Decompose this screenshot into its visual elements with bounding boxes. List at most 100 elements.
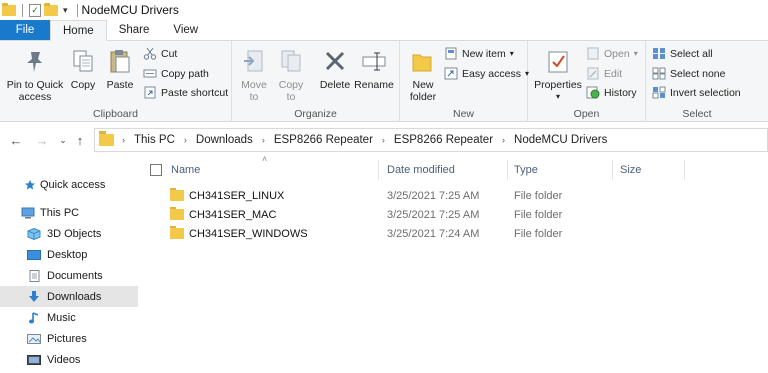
file-list: ˄ Name Date modified Type Size CH341SER_… bbox=[140, 154, 768, 373]
chevron-right-icon[interactable]: › bbox=[502, 135, 505, 145]
nav-quick-access[interactable]: Quick access bbox=[0, 174, 138, 195]
copy-label: Copy bbox=[70, 79, 96, 91]
properties-icon bbox=[544, 47, 572, 75]
breadcrumb-this-pc[interactable]: This PC bbox=[134, 134, 175, 146]
edit-button[interactable]: Edit bbox=[586, 67, 622, 80]
paste-shortcut-button[interactable]: Paste shortcut bbox=[143, 86, 228, 99]
star-icon bbox=[24, 179, 36, 191]
file-name-cell: CH341SER_MAC bbox=[170, 205, 276, 224]
new-group: New folder New item ▾ Easy access ▾ New bbox=[400, 41, 529, 122]
nav-pictures[interactable]: Pictures bbox=[0, 328, 138, 349]
select-all-checkbox-header bbox=[150, 157, 162, 183]
copy-to-icon bbox=[277, 47, 305, 75]
column-divider[interactable] bbox=[507, 160, 508, 180]
nav-pictures-label: Pictures bbox=[47, 332, 87, 345]
file-type: File folder bbox=[514, 227, 563, 240]
cut-button[interactable]: Cut bbox=[143, 47, 177, 60]
file-date: 3/25/2021 7:25 AM bbox=[387, 189, 480, 202]
chevron-down-icon: ▾ bbox=[633, 49, 638, 58]
chevron-right-icon[interactable]: › bbox=[262, 135, 265, 145]
new-folder-button[interactable]: New folder bbox=[406, 47, 440, 103]
breadcrumb-downloads[interactable]: Downloads bbox=[196, 134, 253, 146]
chevron-down-icon: ▾ bbox=[509, 49, 514, 58]
open-icon bbox=[586, 47, 600, 60]
table-row[interactable]: CH341SER_LINUX 3/25/2021 7:25 AM File fo… bbox=[140, 186, 768, 205]
forward-arrow-icon[interactable]: → bbox=[33, 133, 51, 148]
tab-home[interactable]: Home bbox=[50, 20, 107, 41]
edit-icon bbox=[586, 67, 600, 80]
folder-icon[interactable] bbox=[2, 2, 16, 16]
nav-documents[interactable]: Documents bbox=[0, 265, 138, 286]
paste-button[interactable]: Paste bbox=[104, 47, 136, 91]
copy-path-button[interactable]: Copy path bbox=[143, 67, 209, 80]
copy-path-label: Copy path bbox=[161, 67, 209, 80]
clipboard-group: Pin to Quick access Copy Paste Cut Copy … bbox=[0, 41, 232, 122]
recent-locations-chevron-icon[interactable]: ⌄ bbox=[57, 135, 69, 146]
new-folder-label-line1: New bbox=[412, 79, 434, 91]
new-group-label: New bbox=[452, 108, 474, 120]
organize-group: Move to Copy to Delete Rename Organize bbox=[232, 41, 400, 122]
customize-toolbar-dropdown[interactable]: ▾ bbox=[61, 5, 70, 16]
tab-share[interactable]: Share bbox=[107, 20, 162, 40]
open-group: Properties ▾ Open ▾ Edit History Open bbox=[528, 41, 646, 122]
select-all-label: Select all bbox=[670, 47, 713, 60]
nav-downloads[interactable]: Downloads bbox=[0, 286, 138, 307]
nav-music-label: Music bbox=[47, 311, 76, 324]
column-divider[interactable] bbox=[684, 160, 685, 180]
divider bbox=[76, 3, 78, 17]
breadcrumb-esp8266-repeater-sub[interactable]: ESP8266 Repeater bbox=[394, 134, 493, 146]
column-divider[interactable] bbox=[612, 160, 613, 180]
select-none-button[interactable]: Select none bbox=[652, 67, 725, 80]
chevron-down-icon: ▾ bbox=[555, 92, 560, 101]
nav-music[interactable]: Music bbox=[0, 307, 138, 328]
column-header-type[interactable]: Type bbox=[514, 157, 604, 183]
rename-icon bbox=[360, 47, 388, 75]
invert-selection-button[interactable]: Invert selection bbox=[652, 86, 741, 99]
move-to-button[interactable]: Move to bbox=[238, 47, 270, 103]
copy-to-button[interactable]: Copy to bbox=[275, 47, 307, 103]
nav-this-pc[interactable]: This PC bbox=[0, 202, 138, 223]
properties-button[interactable]: Properties ▾ bbox=[532, 47, 584, 103]
document-icon bbox=[27, 269, 41, 282]
new-item-icon bbox=[444, 47, 458, 60]
table-row[interactable]: CH341SER_WINDOWS 3/25/2021 7:24 AM File … bbox=[140, 224, 768, 243]
history-button[interactable]: History bbox=[586, 86, 637, 99]
rename-button[interactable]: Rename bbox=[354, 47, 394, 91]
column-header-name[interactable]: Name bbox=[171, 157, 371, 183]
chevron-right-icon[interactable]: › bbox=[122, 135, 125, 145]
move-to-icon bbox=[240, 47, 268, 75]
tab-file[interactable]: File bbox=[0, 20, 50, 40]
nav-desktop[interactable]: Desktop bbox=[0, 244, 138, 265]
new-folder-icon[interactable] bbox=[44, 2, 58, 16]
nav-3d-objects[interactable]: 3D Objects bbox=[0, 223, 138, 244]
properties-check-icon[interactable]: ✓ bbox=[29, 3, 41, 17]
picture-icon bbox=[27, 333, 41, 345]
copy-icon bbox=[69, 47, 97, 75]
breadcrumb-esp8266-repeater[interactable]: ESP8266 Repeater bbox=[274, 134, 373, 146]
select-all-button[interactable]: Select all bbox=[652, 47, 713, 60]
breadcrumb-nodemcu-drivers[interactable]: NodeMCU Drivers bbox=[514, 134, 607, 146]
column-header-date-modified[interactable]: Date modified bbox=[387, 157, 497, 183]
easy-access-button[interactable]: Easy access ▾ bbox=[444, 67, 529, 80]
back-arrow-icon[interactable]: ← bbox=[7, 133, 25, 148]
address-bar[interactable]: › This PC › Downloads › ESP8266 Repeater… bbox=[94, 128, 768, 152]
select-all-checkbox[interactable] bbox=[150, 164, 162, 176]
open-button[interactable]: Open ▾ bbox=[586, 47, 638, 60]
pin-to-quick-access-button[interactable]: Pin to Quick access bbox=[4, 47, 66, 103]
table-row[interactable]: CH341SER_MAC 3/25/2021 7:25 AM File fold… bbox=[140, 205, 768, 224]
nav-videos[interactable]: Videos bbox=[0, 349, 138, 370]
select-none-icon bbox=[652, 67, 666, 80]
history-label: History bbox=[604, 86, 637, 99]
delete-button[interactable]: Delete bbox=[318, 47, 352, 91]
new-item-button[interactable]: New item ▾ bbox=[444, 47, 514, 60]
easy-access-icon bbox=[444, 67, 458, 80]
chevron-right-icon[interactable]: › bbox=[184, 135, 187, 145]
column-divider[interactable] bbox=[378, 160, 379, 180]
tab-view[interactable]: View bbox=[161, 20, 210, 40]
column-header-size[interactable]: Size bbox=[620, 157, 680, 183]
up-arrow-icon[interactable]: ↑ bbox=[71, 133, 89, 148]
copy-button[interactable]: Copy bbox=[68, 47, 98, 91]
chevron-right-icon[interactable]: › bbox=[382, 135, 385, 145]
folder-icon bbox=[170, 188, 184, 201]
file-name: CH341SER_MAC bbox=[189, 208, 277, 221]
